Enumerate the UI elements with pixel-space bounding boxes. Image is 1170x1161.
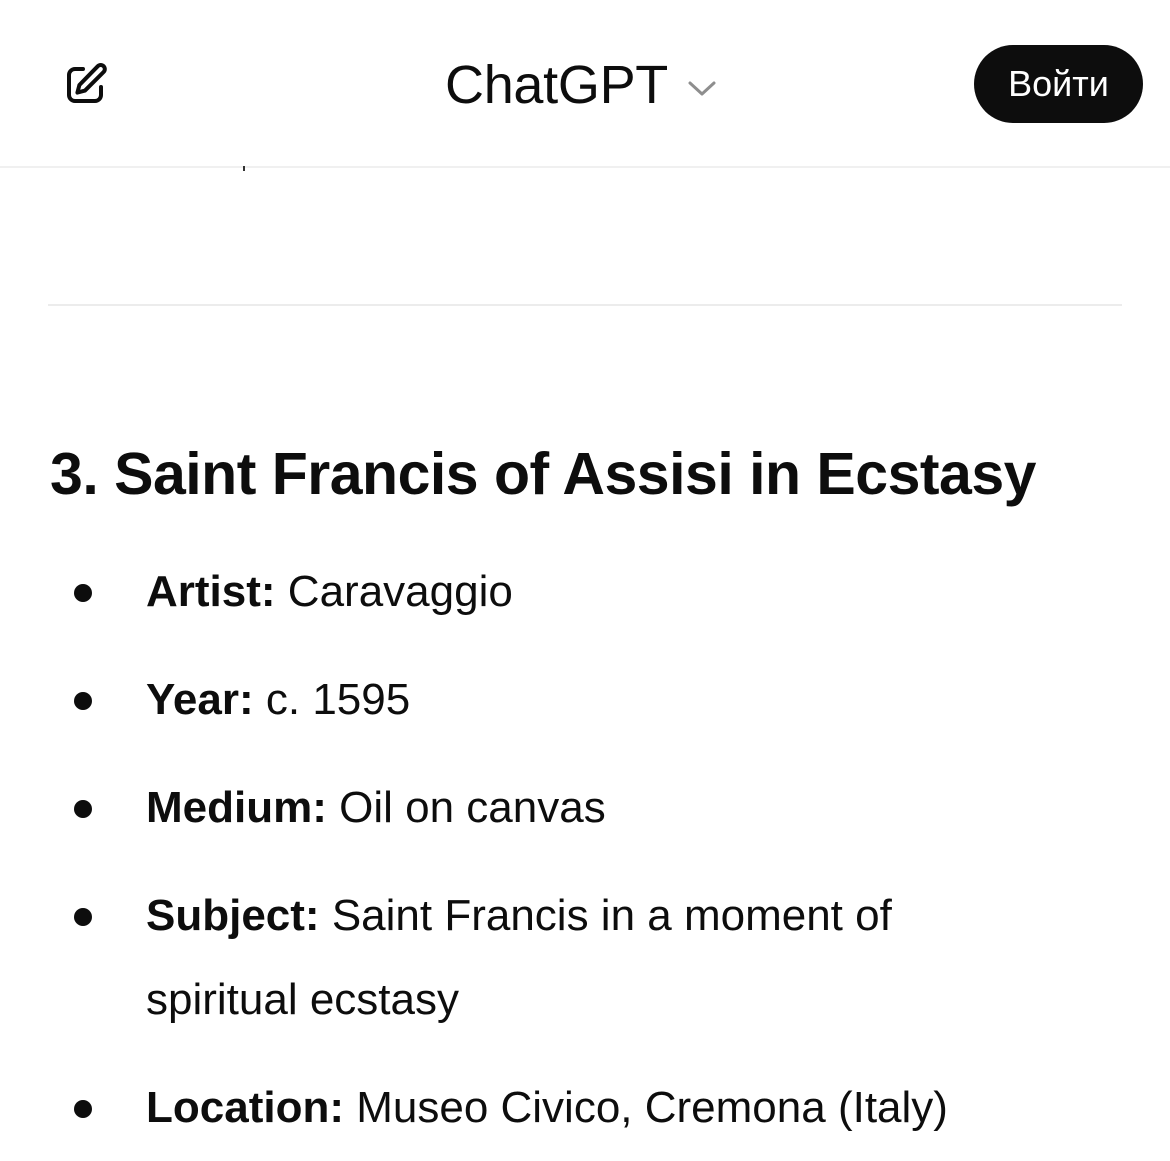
new-chat-button[interactable] bbox=[58, 58, 112, 112]
item-label: Year: bbox=[146, 675, 254, 724]
list-item-text: Medium: Oil on canvas bbox=[146, 766, 1006, 850]
list-item-text: Year: c. 1595 bbox=[146, 658, 1006, 742]
model-selector[interactable]: ChatGPT bbox=[445, 50, 718, 120]
bullet-icon bbox=[74, 584, 92, 602]
item-value: Oil on canvas bbox=[339, 783, 606, 832]
item-value: Museo Civico, Cremona (Italy) bbox=[356, 1083, 948, 1132]
list-item-text: Artist: Caravaggio bbox=[146, 550, 1006, 634]
section-heading: 3. Saint Francis of Assisi in Ecstasy bbox=[50, 441, 1037, 507]
item-value: Caravaggio bbox=[287, 567, 513, 616]
item-label: Medium: bbox=[146, 783, 327, 832]
top-bar: ChatGPT Войти bbox=[0, 0, 1170, 168]
bullet-icon bbox=[74, 1100, 92, 1118]
list-item-text: Subject: Saint Francis in a moment of sp… bbox=[146, 874, 1006, 1042]
item-value: c. 1595 bbox=[265, 675, 411, 724]
item-label: Subject: bbox=[146, 891, 320, 940]
edit-icon bbox=[67, 63, 107, 103]
bullet-icon bbox=[74, 692, 92, 710]
chevron-down-icon bbox=[686, 78, 718, 98]
item-label: Location: bbox=[146, 1083, 344, 1132]
login-button[interactable]: Войти bbox=[974, 45, 1143, 123]
section-divider bbox=[48, 304, 1122, 306]
list-item-text: Location: Museo Civico, Cremona (Italy) bbox=[146, 1066, 1006, 1150]
app-title: ChatGPT bbox=[445, 55, 668, 115]
item-label: Artist: bbox=[146, 567, 276, 616]
clipped-text-fragment bbox=[243, 166, 245, 171]
bullet-icon bbox=[74, 800, 92, 818]
bullet-icon bbox=[74, 908, 92, 926]
